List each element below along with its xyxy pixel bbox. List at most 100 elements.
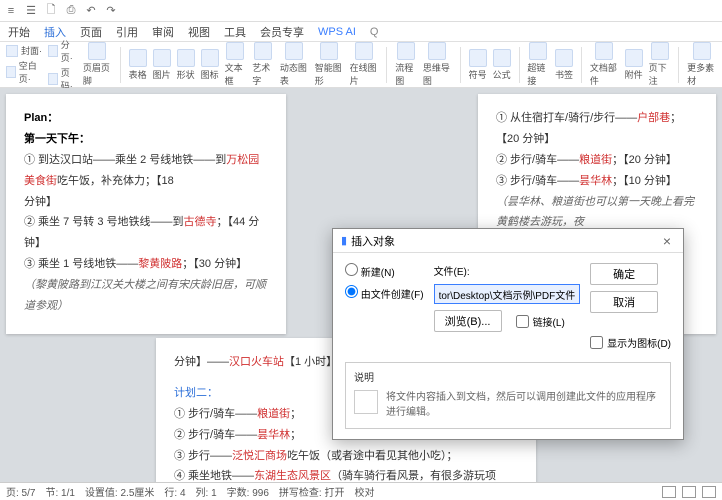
radio-new[interactable]: 新建(N) — [345, 263, 424, 279]
attach-icon — [625, 49, 643, 67]
print-icon[interactable]: ⎙ — [64, 4, 78, 18]
radio-from-file[interactable]: 由文件创建(F) — [345, 285, 424, 301]
tab-member[interactable]: 会员专享 — [260, 24, 304, 40]
tab-start[interactable]: 开始 — [8, 24, 30, 40]
formula-icon — [493, 49, 511, 67]
status-page[interactable]: 页: 5/7 — [6, 484, 35, 499]
picture-icon — [153, 49, 171, 67]
ribbon-textbox[interactable]: 文本框 — [225, 42, 247, 87]
doc-line: （黎黄陂路到江汉关大楼之间有宋庆龄旧居，可顺道参观） — [24, 275, 268, 317]
doc-line: ① 到达汉口站——乘坐 2 号线地铁——到万松园美食街吃午饭，补充体力；【18 — [24, 150, 268, 192]
tab-bar: 开始 插入 页面 引用 审阅 视图 工具 会员专享 WPS AI Q — [0, 22, 722, 42]
status-spell[interactable]: 拼写检查: 打开 — [279, 484, 345, 499]
status-proof[interactable]: 校对 — [354, 484, 374, 499]
doc-line: ③ 步行/骑车——昙华林；【10 分钟】 — [496, 171, 698, 192]
ribbon-shape[interactable]: 形状 — [177, 49, 195, 81]
statusbar: 页: 5/7 节: 1/1 设置值: 2.5厘米 行: 4 列: 1 字数: 9… — [0, 482, 722, 500]
close-icon[interactable]: × — [659, 233, 675, 249]
ribbon-bookmark[interactable]: 书签 — [555, 49, 573, 81]
ribbon-formula[interactable]: 公式 — [493, 49, 511, 81]
smartart-icon — [320, 42, 338, 60]
ribbon-headerfooter[interactable]: 页眉页脚 — [83, 42, 112, 87]
note-icon — [354, 390, 378, 414]
doc-line: ③ 步行——泛悦汇商场吃午饭（或者途中看见其他小吃）； — [174, 446, 518, 467]
document-area: Plan： 第一天下午： ① 到达汉口站——乘坐 2 号线地铁——到万松园美食街… — [0, 88, 722, 482]
undo-icon[interactable]: ↶ — [84, 4, 98, 18]
ribbon-picture[interactable]: 图片 — [153, 49, 171, 81]
show-as-icon-checkbox[interactable]: 显示为图标(D) — [590, 335, 671, 350]
iconset-icon — [201, 49, 219, 67]
ribbon-mindmap[interactable]: 思维导图 — [423, 42, 452, 87]
doc-line: ① 从住宿打车/骑行/步行——户部巷；【20 分钟】 — [496, 108, 698, 150]
ribbon-more[interactable]: 更多素材 — [687, 42, 716, 87]
tab-review[interactable]: 审阅 — [152, 24, 174, 40]
pagebreak-icon — [48, 45, 58, 57]
status-position: 设置值: 2.5厘米 — [85, 484, 154, 499]
headerfooter-icon — [88, 42, 106, 60]
doc-line: ④ 乘坐地铁——东湖生态风景区（骑车骑行看风景，有很多游玩项目，但 — [174, 466, 518, 482]
link-icon — [529, 42, 547, 60]
tab-tools[interactable]: 工具 — [224, 24, 246, 40]
ribbon-wordart[interactable]: 艺术字 — [252, 42, 274, 87]
ribbon-icon[interactable]: 图标 — [201, 49, 219, 81]
ribbon-table[interactable]: 表格 — [129, 49, 147, 81]
plan-heading: Plan： — [24, 112, 58, 124]
ribbon: 封面· 空白页· 分页· 页码· 页眉页脚 表格 图片 形状 图标 文本框 艺术… — [0, 42, 722, 88]
link-checkbox[interactable]: 链接(L) — [516, 314, 565, 329]
ribbon-cover-group: 封面· 空白页· — [6, 44, 42, 85]
insert-object-dialog: ▮插入对象 × 新建(N) 由文件创建(F) 文件(E): 浏览(B). — [332, 228, 684, 440]
redo-icon[interactable]: ↷ — [104, 4, 118, 18]
cover-icon — [6, 45, 18, 57]
ribbon-footnote[interactable]: 页下注 — [649, 42, 671, 87]
symbol-icon — [469, 49, 487, 67]
ribbon-flowchart[interactable]: 流程图 — [395, 42, 417, 87]
menu-icon[interactable]: ≡ — [4, 4, 18, 18]
ribbon-symbol[interactable]: 符号 — [469, 49, 487, 81]
tab-reference[interactable]: 引用 — [116, 24, 138, 40]
tab-wps-ai[interactable]: WPS AI — [318, 26, 356, 38]
doc-line: ③ 乘坐 1 号线地铁——黎黄陂路；【30 分钟】 — [24, 254, 268, 275]
footnote-icon — [651, 42, 669, 60]
ribbon-attachment[interactable]: 附件 — [625, 49, 643, 81]
ribbon-chart[interactable]: 动态图表 — [280, 42, 309, 87]
file-path-input[interactable] — [434, 284, 581, 304]
wordart-icon — [254, 42, 272, 60]
ribbon-page-group: 分页· 页码· — [48, 38, 77, 92]
view-read-icon[interactable] — [682, 486, 696, 498]
ribbon-onlinepic[interactable]: 在线图片 — [350, 42, 379, 87]
ribbon-smartart[interactable]: 智能图形 — [315, 42, 344, 87]
doc-line: 分钟】 — [24, 192, 268, 213]
browse-button[interactable]: 浏览(B)... — [434, 310, 502, 332]
flowchart-icon — [397, 42, 415, 60]
dialog-title: 插入对象 — [351, 233, 395, 249]
home-icon[interactable]: ☰ — [24, 4, 38, 18]
status-words[interactable]: 字数: 996 — [227, 484, 269, 499]
new-icon[interactable]: 🗋 — [44, 4, 58, 18]
view-web-icon[interactable] — [702, 486, 716, 498]
dialog-icon: ▮ — [341, 234, 347, 247]
doc-line: ② 乘坐 7 号转 3 号地铁线——到古德寺；【44 分钟】 — [24, 212, 268, 254]
table-icon — [129, 49, 147, 67]
file-label: 文件(E): — [434, 263, 470, 278]
cancel-button[interactable]: 取消 — [590, 291, 658, 313]
ribbon-hyperlink[interactable]: 超链接 — [527, 42, 549, 87]
shape-icon — [177, 49, 195, 67]
note-box: 说明 将文件内容插入到文档，然后可以调用创建此文件的应用程序进行编辑。 — [345, 362, 671, 429]
more-icon — [693, 42, 711, 60]
pagenum-icon — [48, 73, 58, 85]
status-section: 节: 1/1 — [45, 484, 74, 499]
chart-icon — [285, 42, 303, 60]
page-left: Plan： 第一天下午： ① 到达汉口站——乘坐 2 号线地铁——到万松园美食街… — [6, 94, 286, 334]
search-icon[interactable]: Q — [370, 26, 379, 38]
ribbon-docparts[interactable]: 文档部件 — [590, 42, 619, 87]
tab-view[interactable]: 视图 — [188, 24, 210, 40]
doc-line: ② 步行/骑车——粮道街；【20 分钟】 — [496, 150, 698, 171]
tab-page[interactable]: 页面 — [80, 24, 102, 40]
ok-button[interactable]: 确定 — [590, 263, 658, 285]
view-print-icon[interactable] — [662, 486, 676, 498]
bookmark-icon — [555, 49, 573, 67]
day1-heading: 第一天下午： — [24, 133, 90, 145]
dialog-titlebar: ▮ 插入对象 × — [333, 229, 683, 253]
note-label: 说明 — [354, 371, 662, 386]
radio-group: 新建(N) 由文件创建(F) — [345, 263, 424, 350]
